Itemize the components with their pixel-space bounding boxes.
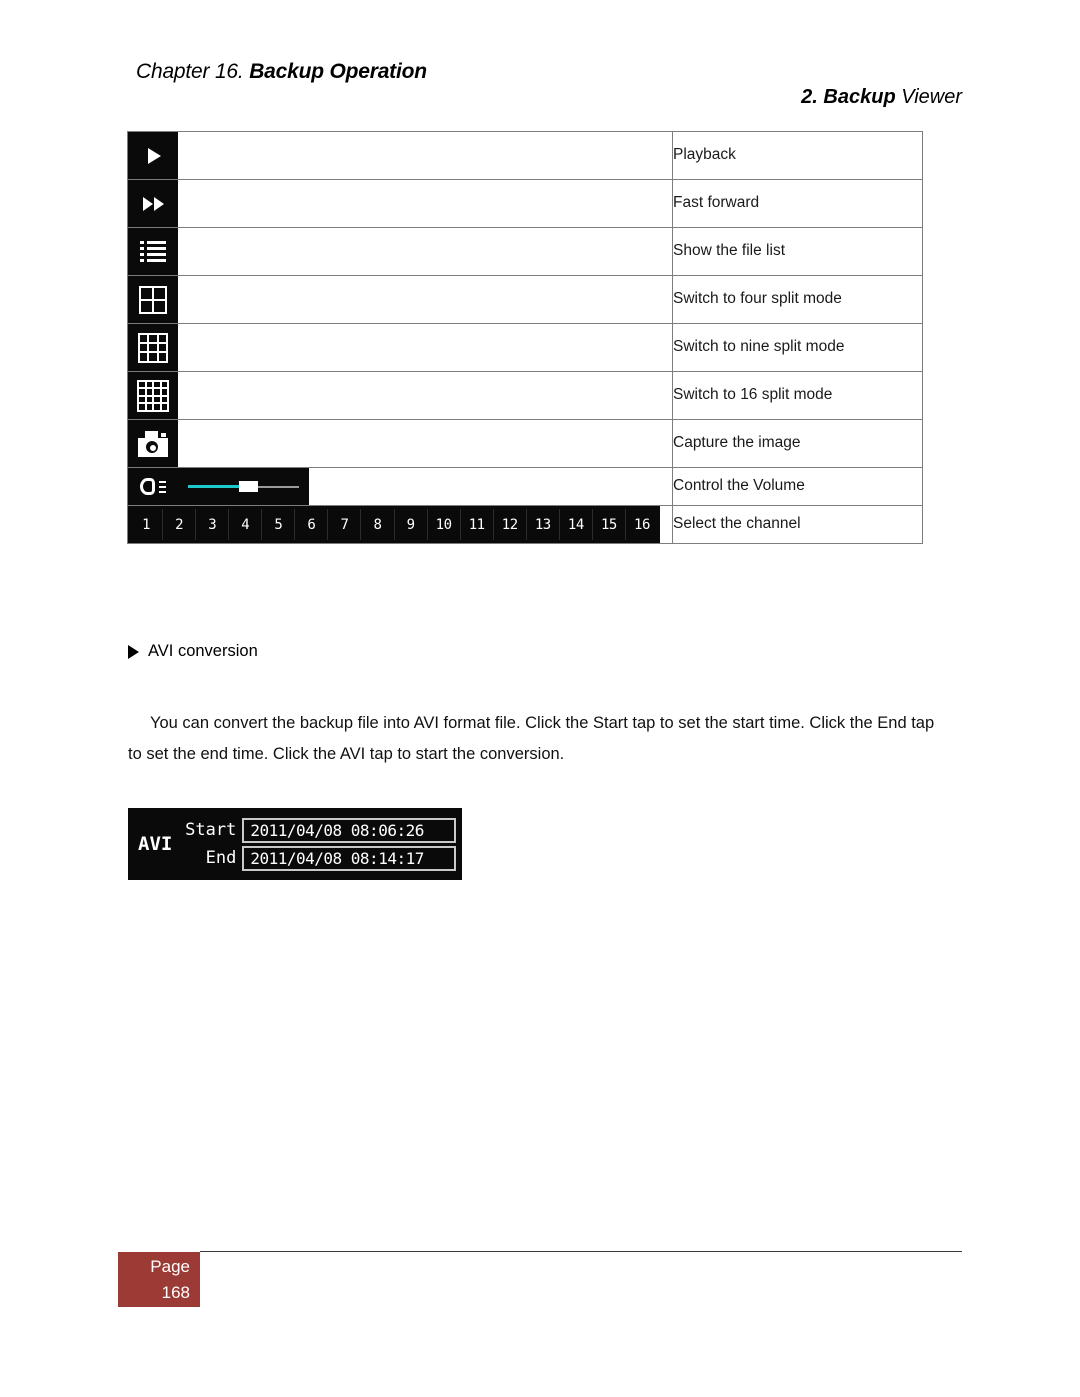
page-number-badge: Page 168 xyxy=(118,1252,200,1307)
end-tab-button[interactable]: End xyxy=(180,848,237,868)
avi-conversion-paragraph: You can convert the backup file into AVI… xyxy=(128,713,935,763)
channel-button-13[interactable]: 13 xyxy=(527,509,560,540)
avi-start-row: Start 2011/04/08 08:06:26 xyxy=(180,817,456,843)
section-number: 2. Backup xyxy=(801,86,896,108)
row-description: Show the file list xyxy=(672,227,923,276)
row-description: Select the channel xyxy=(672,505,923,544)
row-description: Capture the image xyxy=(672,419,923,468)
channel-button-7[interactable]: 7 xyxy=(328,509,362,540)
row-description: Switch to nine split mode xyxy=(672,323,923,372)
avi-tab-button[interactable]: AVI xyxy=(134,833,176,855)
four-split-grid-icon[interactable] xyxy=(128,276,178,323)
row-description: Fast forward xyxy=(672,179,923,228)
channel-button-16[interactable]: 16 xyxy=(626,509,658,540)
toolbar-icon-reference-table: Playback Fast forward Show the file list… xyxy=(127,131,923,544)
table-row: Control the Volume xyxy=(127,467,923,506)
avi-conversion-heading: AVI conversion xyxy=(128,642,258,661)
volume-filled-track xyxy=(188,485,240,488)
table-row: Capture the image xyxy=(127,419,923,468)
table-row: Switch to nine split mode xyxy=(127,323,923,372)
start-time-value[interactable]: 2011/04/08 08:06:26 xyxy=(242,817,456,843)
speaker-volume-icon[interactable] xyxy=(128,468,178,505)
page-number: 168 xyxy=(161,1283,190,1302)
avi-end-row: End 2011/04/08 08:14:17 xyxy=(180,845,456,871)
row-description: Playback xyxy=(672,131,923,180)
channel-button-8[interactable]: 8 xyxy=(361,509,395,540)
icon-cell xyxy=(127,131,673,180)
channel-button-9[interactable]: 9 xyxy=(395,509,428,540)
channel-button-3[interactable]: 3 xyxy=(196,509,230,540)
icon-cell xyxy=(127,467,673,506)
camera-capture-icon[interactable] xyxy=(128,420,178,467)
fast-forward-icon[interactable] xyxy=(128,180,178,227)
channel-button-1[interactable]: 1 xyxy=(130,509,164,540)
table-row: Playback xyxy=(127,131,923,180)
icon-cell: 1 2 3 4 5 6 7 8 9 10 11 12 13 14 15 16 xyxy=(127,505,673,544)
avi-conversion-panel: AVI Start 2011/04/08 08:06:26 End 2011/0… xyxy=(128,808,462,880)
channel-button-6[interactable]: 6 xyxy=(295,509,329,540)
channel-strip[interactable]: 1 2 3 4 5 6 7 8 9 10 11 12 13 14 15 16 xyxy=(128,506,660,543)
table-row: 1 2 3 4 5 6 7 8 9 10 11 12 13 14 15 16 S… xyxy=(127,505,923,544)
chapter-heading: Chapter 16. Backup Operation xyxy=(136,60,427,84)
sixteen-split-grid-icon[interactable] xyxy=(128,372,178,419)
footer-divider xyxy=(200,1251,962,1252)
icon-cell xyxy=(127,371,673,420)
table-row: Switch to 16 split mode xyxy=(127,371,923,420)
chapter-prefix: Chapter 16. xyxy=(136,60,244,83)
row-description: Control the Volume xyxy=(672,467,923,506)
channel-button-10[interactable]: 10 xyxy=(428,509,461,540)
end-time-value[interactable]: 2011/04/08 08:14:17 xyxy=(242,845,456,871)
page-word: Page xyxy=(150,1257,190,1276)
volume-slider[interactable] xyxy=(178,468,309,505)
channel-button-15[interactable]: 15 xyxy=(593,509,626,540)
icon-cell xyxy=(127,323,673,372)
play-icon[interactable] xyxy=(128,132,178,179)
table-row: Fast forward xyxy=(127,179,923,228)
channel-button-5[interactable]: 5 xyxy=(262,509,296,540)
channel-button-11[interactable]: 11 xyxy=(461,509,494,540)
chapter-title-text: Backup Operation xyxy=(249,60,427,83)
icon-cell xyxy=(127,419,673,468)
icon-cell xyxy=(127,275,673,324)
file-list-icon[interactable] xyxy=(128,228,178,275)
table-row: Switch to four split mode xyxy=(127,275,923,324)
row-description: Switch to four split mode xyxy=(672,275,923,324)
channel-button-2[interactable]: 2 xyxy=(163,509,197,540)
nine-split-grid-icon[interactable] xyxy=(128,324,178,371)
row-description: Switch to 16 split mode xyxy=(672,371,923,420)
channel-button-14[interactable]: 14 xyxy=(560,509,593,540)
section-name: Viewer xyxy=(901,86,962,108)
table-row: Show the file list xyxy=(127,227,923,276)
channel-button-12[interactable]: 12 xyxy=(494,509,527,540)
volume-remaining-track xyxy=(258,485,299,488)
section-heading: 2. Backup Viewer xyxy=(801,86,962,109)
icon-cell xyxy=(127,179,673,228)
icon-cell xyxy=(127,227,673,276)
start-tab-button[interactable]: Start xyxy=(180,820,236,840)
avi-conversion-label: AVI conversion xyxy=(148,642,258,660)
triangle-bullet-icon xyxy=(128,644,139,659)
volume-thumb[interactable] xyxy=(239,481,259,492)
channel-button-4[interactable]: 4 xyxy=(229,509,263,540)
